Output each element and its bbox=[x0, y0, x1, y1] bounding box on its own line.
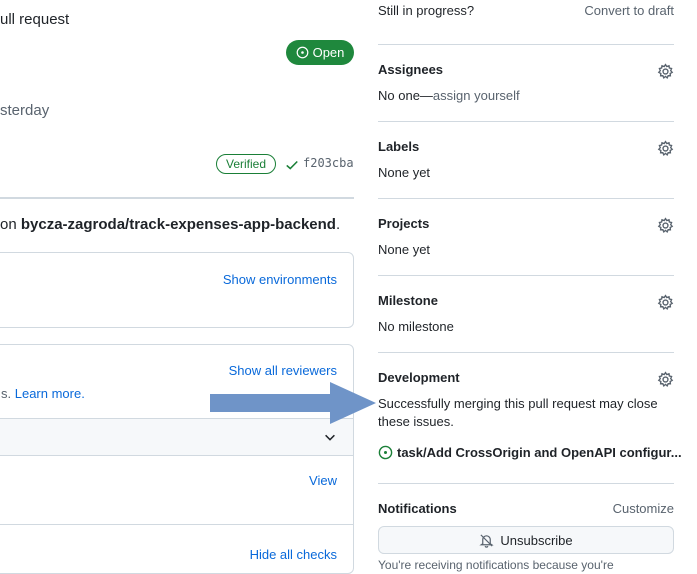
deployments-card: Show environments bbox=[0, 252, 354, 328]
pr-state-label: Open bbox=[312, 45, 345, 60]
bell-slash-icon bbox=[479, 533, 495, 548]
merge-target-line: on bycza-zagroda/track-expenses-app-back… bbox=[0, 216, 340, 233]
unsubscribe-label: Unsubscribe bbox=[500, 532, 573, 548]
pr-time-fragment: sterday bbox=[0, 102, 50, 119]
hide-all-checks-link[interactable]: Hide all checks bbox=[250, 547, 337, 562]
labels-gear-icon[interactable] bbox=[657, 140, 674, 157]
milestone-title[interactable]: Milestone bbox=[378, 293, 438, 308]
customize-link[interactable]: Customize bbox=[613, 501, 674, 516]
issue-open-icon bbox=[378, 445, 393, 460]
development-desc-line1: Successfully merging this pull request m… bbox=[378, 396, 658, 411]
merge-target-suffix: . bbox=[335, 216, 341, 233]
checks-divider bbox=[0, 524, 353, 525]
assign-yourself-link[interactable]: assign yourself bbox=[433, 88, 520, 103]
merge-target-repo[interactable]: bycza-zagroda/track-expenses-app-backend bbox=[21, 216, 336, 233]
merge-target-prefix: on bbox=[0, 216, 21, 233]
assignees-title[interactable]: Assignees bbox=[378, 62, 443, 77]
labels-title[interactable]: Labels bbox=[378, 139, 419, 154]
milestone-gear-icon[interactable] bbox=[657, 294, 674, 311]
development-gear-icon[interactable] bbox=[657, 371, 674, 388]
commit-sha[interactable]: f203cba bbox=[303, 156, 354, 170]
assignees-value-prefix: No one— bbox=[378, 88, 433, 103]
notifications-title: Notifications bbox=[378, 501, 457, 516]
assignees-gear-icon[interactable] bbox=[657, 63, 674, 80]
milestone-value: No milestone bbox=[378, 319, 454, 334]
learn-more-link[interactable]: Learn more. bbox=[15, 386, 85, 401]
labels-value: None yet bbox=[378, 165, 431, 180]
reviewers-text: s. Learn more. bbox=[1, 386, 85, 401]
annotation-arrow bbox=[210, 382, 376, 424]
linked-issue[interactable]: task/Add CrossOrigin and OpenAPI configu… bbox=[378, 445, 682, 460]
assignees-value: No one—assign yourself bbox=[378, 88, 520, 103]
show-all-reviewers-link[interactable]: Show all reviewers bbox=[229, 363, 337, 378]
linked-issue-title[interactable]: task/Add CrossOrigin and OpenAPI configu… bbox=[397, 445, 682, 460]
open-circle-icon bbox=[296, 46, 308, 59]
projects-title[interactable]: Projects bbox=[378, 216, 429, 231]
pr-title-fragment: ull request bbox=[0, 11, 70, 28]
chevron-down-icon[interactable] bbox=[323, 430, 337, 444]
sidebar-divider bbox=[378, 275, 674, 276]
convert-to-draft-link[interactable]: Convert to draft bbox=[584, 3, 674, 18]
sidebar-divider bbox=[378, 483, 674, 484]
sidebar-divider bbox=[378, 198, 674, 199]
show-environments-link[interactable]: Show environments bbox=[223, 272, 337, 287]
projects-gear-icon[interactable] bbox=[657, 217, 674, 234]
sidebar-divider bbox=[378, 44, 674, 45]
merge-box-card: Show all reviewers s. Learn more. View H… bbox=[0, 344, 354, 574]
projects-value: None yet bbox=[378, 242, 431, 257]
verified-badge[interactable]: Verified bbox=[216, 154, 276, 174]
view-link[interactable]: View bbox=[309, 473, 337, 488]
development-desc-line2: these issues. bbox=[378, 414, 454, 429]
draft-text: Still in progress? bbox=[378, 3, 475, 18]
sidebar-divider bbox=[378, 121, 674, 122]
pr-state-badge: Open bbox=[286, 40, 354, 65]
unsubscribe-button[interactable]: Unsubscribe bbox=[378, 526, 674, 554]
check-icon bbox=[286, 160, 298, 170]
notifications-footer-fragment: You're receiving notifications because y… bbox=[378, 558, 614, 572]
timeline-divider bbox=[0, 197, 354, 199]
sidebar-divider bbox=[378, 352, 674, 353]
development-title[interactable]: Development bbox=[378, 370, 460, 385]
reviewers-text-fragment: s. bbox=[1, 386, 15, 401]
